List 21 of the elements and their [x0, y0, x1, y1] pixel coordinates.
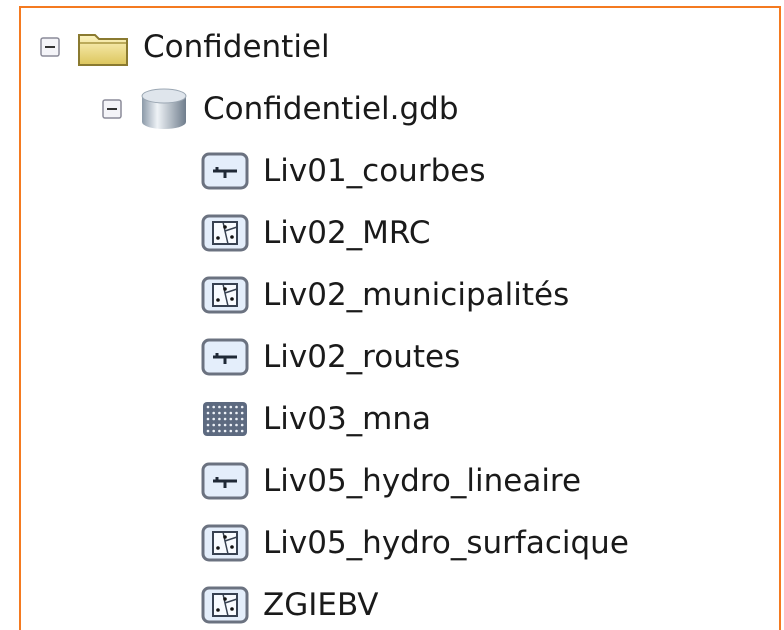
line-feature-icon — [201, 462, 249, 500]
polygon-feature-icon — [201, 586, 249, 624]
tree-item-label[interactable]: Liv01_courbes — [263, 156, 486, 186]
polygon-feature-icon — [201, 524, 249, 562]
tree-item-label[interactable]: Confidentiel — [143, 32, 330, 62]
line-feature-icon — [201, 338, 249, 376]
polygon-feature-icon — [201, 276, 249, 314]
tree-item-label[interactable]: Liv05_hydro_lineaire — [263, 466, 582, 496]
tree-item-label[interactable]: ZGIEBV — [263, 590, 379, 620]
tree-item-label[interactable]: Liv03_mna — [263, 404, 432, 434]
tree-item-label[interactable]: Liv02_MRC — [263, 218, 431, 248]
collapse-icon[interactable] — [40, 37, 60, 57]
tree-item-label[interactable]: Confidentiel.gdb — [203, 94, 459, 124]
collapse-icon[interactable] — [102, 99, 122, 119]
tree-item-label[interactable]: Liv02_routes — [263, 342, 460, 372]
raster-icon — [201, 400, 249, 438]
line-feature-icon — [201, 152, 249, 190]
tree-item-label[interactable]: Liv05_hydro_surfacique — [263, 528, 629, 558]
polygon-feature-icon — [201, 214, 249, 252]
database-icon — [139, 87, 189, 131]
tree-item-label[interactable]: Liv02_municipalités — [263, 280, 570, 310]
